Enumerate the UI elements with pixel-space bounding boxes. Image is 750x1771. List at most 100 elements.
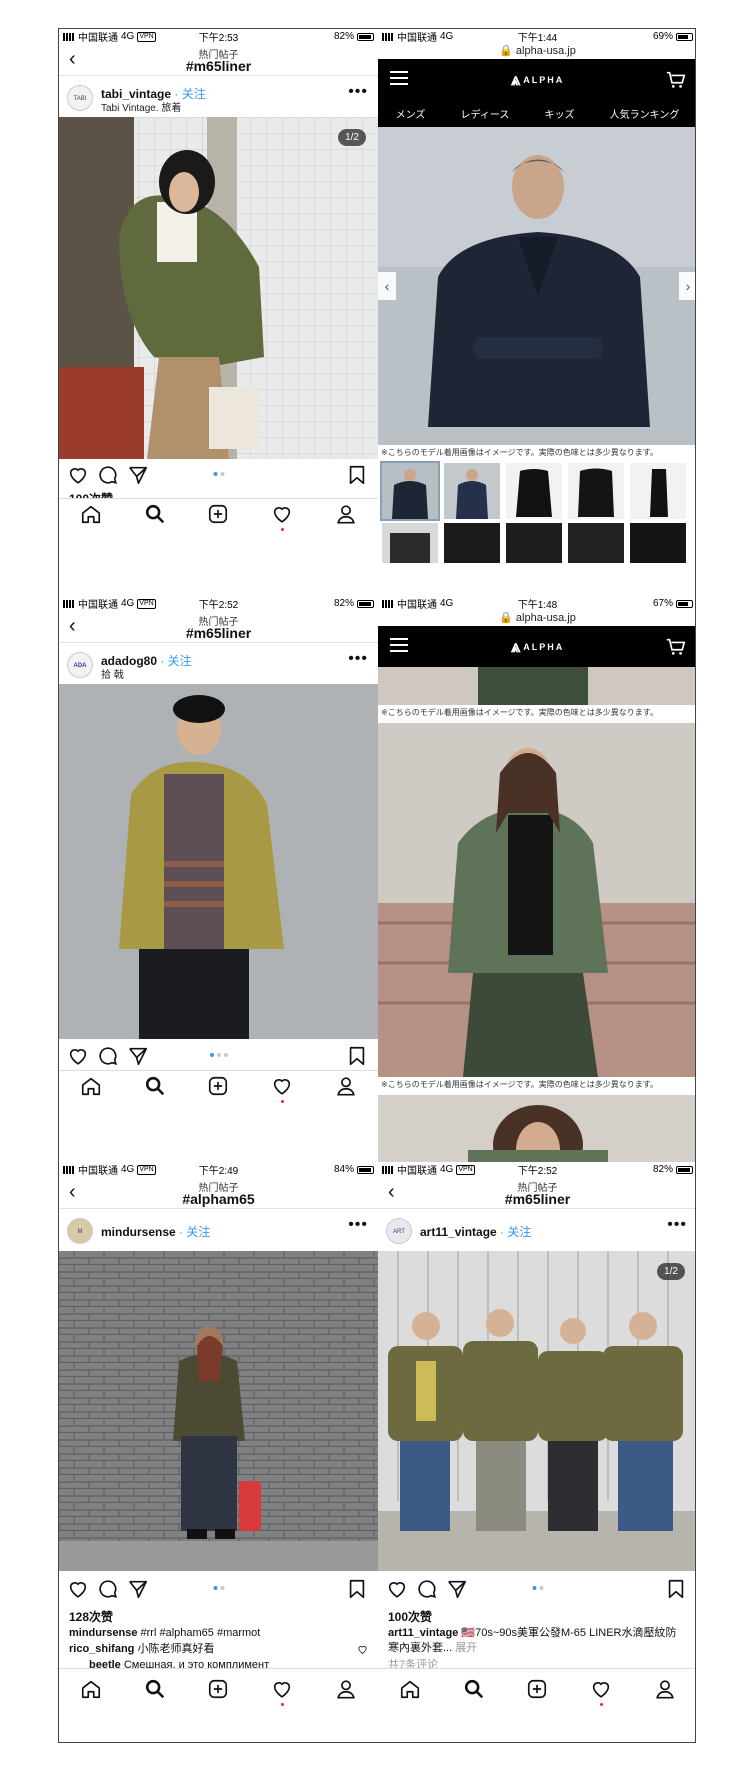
thumbnail[interactable] xyxy=(382,523,438,563)
tab-add[interactable] xyxy=(207,1075,229,1097)
next-image-arrow[interactable]: › xyxy=(679,272,695,300)
product-photo-top-crop[interactable] xyxy=(378,667,695,705)
tab-add[interactable] xyxy=(207,503,229,525)
like-count[interactable]: 100次赞 xyxy=(69,490,113,498)
cart-icon[interactable] xyxy=(665,636,687,658)
post-username[interactable]: art11_vintage · 关注 xyxy=(420,1223,531,1240)
tab-activity[interactable] xyxy=(590,1678,612,1706)
follow-button[interactable]: · 关注 xyxy=(497,1225,531,1239)
nav-kids[interactable]: キッズ xyxy=(545,106,575,121)
bookmark-icon[interactable] xyxy=(346,1045,368,1067)
share-send-icon[interactable] xyxy=(127,1578,149,1600)
like-heart-icon[interactable] xyxy=(386,1578,408,1600)
caption-expand-link[interactable]: 展开 xyxy=(452,1642,477,1654)
alpha-logo[interactable]: ⩓ ALPHA xyxy=(378,637,695,657)
like-count[interactable]: 128次赞 xyxy=(69,1608,113,1625)
carrier-label: 中国联通 xyxy=(397,33,437,44)
carousel-dots xyxy=(209,1053,228,1057)
post-username[interactable]: mindursense · 关注 xyxy=(101,1223,210,1240)
like-heart-icon[interactable] xyxy=(67,1578,89,1600)
thumbnail[interactable] xyxy=(506,463,562,519)
nav-ranking[interactable]: 人気ランキング xyxy=(610,106,680,121)
avatar[interactable]: ADA xyxy=(67,652,93,678)
thumbnail[interactable] xyxy=(444,523,500,563)
alpha-logo[interactable]: ⩓ ALPHA xyxy=(378,70,695,90)
comment-username[interactable]: rico_shifang xyxy=(69,1643,134,1655)
tab-activity[interactable] xyxy=(271,1678,293,1706)
prev-image-arrow[interactable]: ‹ xyxy=(378,272,396,300)
alpha-logo-mark: ⩓ xyxy=(510,637,521,656)
avatar[interactable]: M xyxy=(67,1218,93,1244)
view-comments-link[interactable]: 共7条评论 xyxy=(388,1658,687,1668)
product-main-photo[interactable] xyxy=(378,723,695,1077)
tab-profile[interactable] xyxy=(654,1678,676,1700)
alpha-header: ⩓ ALPHA xyxy=(378,626,695,667)
comment-icon[interactable] xyxy=(97,464,119,486)
tab-profile[interactable] xyxy=(335,503,357,525)
tab-activity[interactable] xyxy=(271,503,293,531)
post-photo[interactable] xyxy=(59,684,378,1039)
tab-search[interactable] xyxy=(463,1678,485,1700)
tab-home[interactable] xyxy=(80,503,102,525)
bookmark-icon[interactable] xyxy=(346,1578,368,1600)
nav-mens[interactable]: メンズ xyxy=(396,106,426,121)
bookmark-icon[interactable] xyxy=(665,1578,687,1600)
share-send-icon[interactable] xyxy=(127,1045,149,1067)
product-main-photo[interactable]: ‹ › xyxy=(378,127,695,445)
tab-activity[interactable] xyxy=(271,1075,293,1103)
thumbnail[interactable] xyxy=(568,463,624,519)
follow-button[interactable]: · 关注 xyxy=(176,1225,210,1239)
avatar[interactable]: ART xyxy=(386,1218,412,1244)
product-photo-bottom-crop[interactable] xyxy=(378,1095,695,1162)
thumbnail[interactable] xyxy=(380,461,440,521)
comment-username[interactable]: beetle xyxy=(89,1659,121,1668)
thumbnail[interactable] xyxy=(630,523,686,563)
tab-search[interactable] xyxy=(144,1075,166,1097)
like-heart-icon[interactable] xyxy=(67,1045,89,1067)
post-photo[interactable] xyxy=(59,1251,378,1571)
tab-profile[interactable] xyxy=(335,1678,357,1700)
tab-profile[interactable] xyxy=(335,1075,357,1097)
username-text[interactable]: mindursense xyxy=(101,1225,176,1239)
thumbnail[interactable] xyxy=(444,463,500,519)
tab-home[interactable] xyxy=(399,1678,421,1700)
more-options-button[interactable]: ••• xyxy=(348,650,368,668)
more-options-button[interactable]: ••• xyxy=(667,1216,687,1234)
tab-home[interactable] xyxy=(80,1678,102,1700)
follow-button[interactable]: · 关注 xyxy=(157,654,191,668)
caption-username[interactable]: mindursense xyxy=(69,1627,137,1639)
tab-search[interactable] xyxy=(144,1678,166,1700)
post-location[interactable]: 拾 戟 xyxy=(101,666,124,681)
browser-url-bar[interactable]: 🔒 alpha-usa.jp xyxy=(378,611,695,625)
comment-like-icon[interactable] xyxy=(357,1644,368,1655)
share-send-icon[interactable] xyxy=(127,464,149,486)
more-options-button[interactable]: ••• xyxy=(348,83,368,101)
color-disclaimer: ※こちらのモデル着用画像はイメージです。実際の色味とは多少異なります。 xyxy=(378,447,695,461)
like-heart-icon[interactable] xyxy=(67,464,89,486)
bookmark-icon[interactable] xyxy=(346,464,368,486)
comment-icon[interactable] xyxy=(97,1578,119,1600)
avatar[interactable]: TABI VNTG xyxy=(67,85,93,128)
post-photo[interactable]: 1/2 xyxy=(378,1251,695,1571)
vpn-badge: VPN xyxy=(137,31,156,42)
tab-add[interactable] xyxy=(526,1678,548,1700)
nav-ladies[interactable]: レディース xyxy=(461,106,510,121)
comment-icon[interactable] xyxy=(416,1578,438,1600)
tab-home[interactable] xyxy=(80,1075,102,1097)
browser-url-bar[interactable]: 🔒 alpha-usa.jp xyxy=(378,44,695,58)
post-location[interactable]: Tabi Vintage. 旅着 xyxy=(101,99,181,114)
username-text[interactable]: art11_vintage xyxy=(420,1225,497,1239)
cart-icon[interactable] xyxy=(665,69,687,91)
more-options-button[interactable]: ••• xyxy=(348,1216,368,1234)
comment-icon[interactable] xyxy=(97,1045,119,1067)
tab-add[interactable] xyxy=(207,1678,229,1700)
tab-search[interactable] xyxy=(144,503,166,525)
thumb-image xyxy=(444,463,500,519)
post-photo[interactable]: 1/2 xyxy=(59,117,378,459)
thumbnail[interactable] xyxy=(506,523,562,563)
caption-username[interactable]: art11_vintage xyxy=(388,1627,458,1639)
like-count[interactable]: 100次赞 xyxy=(388,1608,432,1625)
share-send-icon[interactable] xyxy=(446,1578,468,1600)
thumbnail[interactable] xyxy=(568,523,624,563)
thumbnail[interactable] xyxy=(630,463,686,519)
